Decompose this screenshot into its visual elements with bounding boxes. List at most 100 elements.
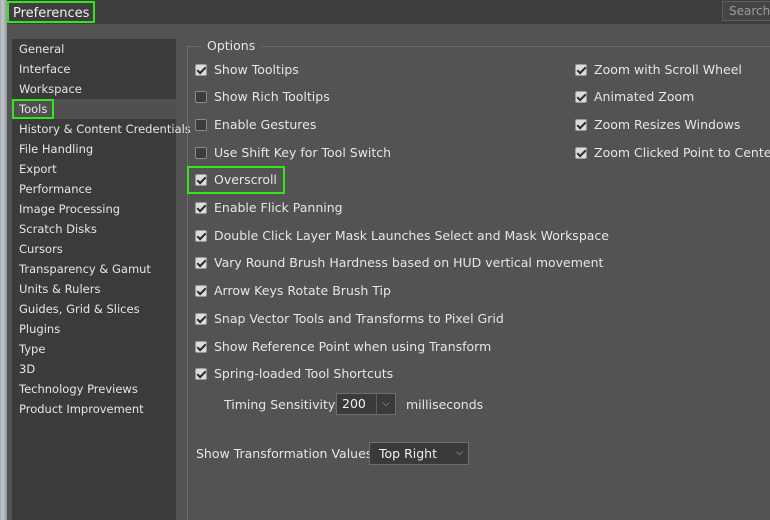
- sidebar-item-label: Plugins: [19, 322, 61, 336]
- sidebar-item-plugins[interactable]: Plugins: [12, 319, 176, 339]
- transformation-values-selected: Top Right: [379, 446, 437, 461]
- chevron-down-icon[interactable]: ⌵: [456, 443, 463, 464]
- sidebar-item-label: Scratch Disks: [19, 222, 97, 236]
- sidebar-item-label: Image Processing: [19, 202, 121, 216]
- checkbox-box[interactable]: [195, 284, 207, 297]
- checkbox-box[interactable]: [195, 201, 207, 214]
- checkbox-box[interactable]: [195, 229, 207, 242]
- checkbox-spring-loaded-shortcuts[interactable]: Spring-loaded Tool Shortcuts: [195, 365, 393, 383]
- background-strip: [0, 0, 7, 520]
- checkbox-box[interactable]: [575, 118, 587, 131]
- checkbox-show-tooltips[interactable]: Show Tooltips: [195, 61, 299, 79]
- sidebar-item-performance[interactable]: Performance: [12, 179, 176, 199]
- checkbox-label: Show Reference Point when using Transfor…: [214, 339, 492, 354]
- sidebar-item-label: Cursors: [19, 242, 63, 256]
- checkbox-box[interactable]: [195, 63, 207, 76]
- sidebar-item-history[interactable]: History & Content Credentials: [12, 119, 191, 139]
- checkbox-label: Spring-loaded Tool Shortcuts: [214, 366, 394, 381]
- checkbox-box[interactable]: [195, 146, 207, 159]
- sidebar-item-tools[interactable]: Tools: [12, 99, 176, 119]
- sidebar-item-product-improvement[interactable]: Product Improvement: [12, 399, 176, 419]
- checkbox-label: Show Tooltips: [214, 62, 299, 77]
- sidebar-item-image-processing[interactable]: Image Processing: [12, 199, 176, 219]
- checkbox-show-reference-point[interactable]: Show Reference Point when using Transfor…: [195, 338, 491, 356]
- sidebar: General Interface Workspace Tools Histor…: [12, 39, 191, 520]
- sidebar-item-guides[interactable]: Guides, Grid & Slices: [12, 299, 176, 319]
- milliseconds-label: milliseconds: [406, 397, 484, 412]
- sidebar-item-technology-previews[interactable]: Technology Previews: [12, 379, 176, 399]
- sidebar-item-cursors[interactable]: Cursors: [12, 239, 176, 259]
- sidebar-item-scratch-disks[interactable]: Scratch Disks: [12, 219, 176, 239]
- search-field[interactable]: Search: [722, 1, 770, 21]
- checkbox-enable-gestures[interactable]: Enable Gestures: [195, 116, 316, 134]
- sidebar-item-label: History & Content Credentials: [19, 122, 191, 136]
- checkbox-enable-flick-panning[interactable]: Enable Flick Panning: [195, 199, 343, 217]
- checkbox-zoom-clicked-point[interactable]: Zoom Clicked Point to Center: [575, 144, 770, 162]
- checkbox-label: Enable Gestures: [214, 117, 317, 132]
- sidebar-item-label: Export: [19, 162, 57, 176]
- sidebar-item-export[interactable]: Export: [12, 159, 176, 179]
- checkbox-vary-brush-hardness[interactable]: Vary Round Brush Hardness based on HUD v…: [195, 254, 603, 272]
- sidebar-item-label: 3D: [19, 362, 36, 376]
- window-title: Preferences: [7, 1, 96, 23]
- checkbox-zoom-scroll-wheel[interactable]: Zoom with Scroll Wheel: [575, 61, 742, 79]
- sidebar-item-label: Performance: [19, 182, 92, 196]
- sidebar-item-workspace[interactable]: Workspace: [12, 79, 176, 99]
- timing-sensitivity-dropdown[interactable]: 200 ⌵: [336, 393, 396, 415]
- sidebar-item-transparency[interactable]: Transparency & Gamut: [12, 259, 176, 279]
- sidebar-item-label: Technology Previews: [19, 382, 138, 396]
- sidebar-item-label: Units & Rulers: [19, 282, 101, 296]
- checkbox-box[interactable]: [195, 173, 207, 186]
- checkbox-label: Zoom with Scroll Wheel: [594, 62, 742, 77]
- sidebar-item-label: Interface: [19, 62, 71, 76]
- sidebar-item-interface[interactable]: Interface: [12, 59, 176, 79]
- sidebar-item-label: Type: [19, 342, 46, 356]
- checkbox-shift-key-tool-switch[interactable]: Use Shift Key for Tool Switch: [195, 144, 391, 162]
- transformation-values-dropdown[interactable]: Top Right ⌵: [369, 442, 469, 465]
- checkbox-label: Double Click Layer Mask Launches Select …: [214, 228, 609, 243]
- sidebar-item-3d[interactable]: 3D: [12, 359, 176, 379]
- timing-sensitivity-label: Timing Sensitivity:: [224, 397, 339, 412]
- checkbox-box[interactable]: [575, 63, 587, 76]
- checkbox-box[interactable]: [195, 367, 207, 380]
- checkbox-label: Animated Zoom: [594, 89, 695, 104]
- transformation-values-label: Show Transformation Values:: [196, 446, 377, 461]
- checkbox-box[interactable]: [195, 90, 207, 103]
- checkbox-show-rich-tooltips[interactable]: Show Rich Tooltips: [195, 88, 330, 106]
- checkbox-box[interactable]: [575, 146, 587, 159]
- sidebar-item-type[interactable]: Type: [12, 339, 176, 359]
- title-bar: Preferences Search: [7, 0, 770, 24]
- sidebar-item-label: Transparency & Gamut: [19, 262, 151, 276]
- sidebar-item-units-rulers[interactable]: Units & Rulers: [12, 279, 176, 299]
- checkbox-label: Vary Round Brush Hardness based on HUD v…: [214, 255, 604, 270]
- checkbox-label: Zoom Clicked Point to Center: [594, 145, 770, 160]
- checkbox-box[interactable]: [195, 340, 207, 353]
- checkbox-double-click-layer-mask[interactable]: Double Click Layer Mask Launches Select …: [195, 227, 609, 245]
- sidebar-item-general[interactable]: General: [12, 39, 176, 59]
- checkbox-label: Show Rich Tooltips: [214, 89, 330, 104]
- checkbox-zoom-resizes-windows[interactable]: Zoom Resizes Windows: [575, 116, 740, 134]
- checkbox-label: Enable Flick Panning: [214, 200, 343, 215]
- sidebar-item-label: General: [19, 42, 65, 56]
- sidebar-item-label: Product Improvement: [19, 402, 144, 416]
- checkbox-box[interactable]: [195, 256, 207, 269]
- checkbox-box[interactable]: [575, 90, 587, 103]
- sidebar-item-label: Workspace: [19, 82, 82, 96]
- checkbox-arrow-keys-rotate[interactable]: Arrow Keys Rotate Brush Tip: [195, 282, 391, 300]
- checkbox-box[interactable]: [195, 118, 207, 131]
- checkbox-overscroll[interactable]: Overscroll: [195, 171, 277, 189]
- sidebar-item-label: File Handling: [19, 142, 94, 156]
- checkbox-label: Zoom Resizes Windows: [594, 117, 741, 132]
- sidebar-item-file-handling[interactable]: File Handling: [12, 139, 176, 159]
- timing-sensitivity-value: 200: [342, 396, 366, 411]
- checkbox-label: Overscroll: [214, 172, 277, 187]
- sidebar-item-label: Guides, Grid & Slices: [19, 302, 140, 316]
- checkbox-label: Arrow Keys Rotate Brush Tip: [214, 283, 391, 298]
- checkbox-box[interactable]: [195, 312, 207, 325]
- chevron-down-icon[interactable]: ⌵: [376, 394, 395, 414]
- checkbox-animated-zoom[interactable]: Animated Zoom: [575, 88, 694, 106]
- checkbox-snap-vector-tools[interactable]: Snap Vector Tools and Transforms to Pixe…: [195, 310, 504, 328]
- checkbox-label: Snap Vector Tools and Transforms to Pixe…: [214, 311, 504, 326]
- options-group-label: Options: [201, 38, 262, 54]
- checkbox-label: Use Shift Key for Tool Switch: [214, 145, 392, 160]
